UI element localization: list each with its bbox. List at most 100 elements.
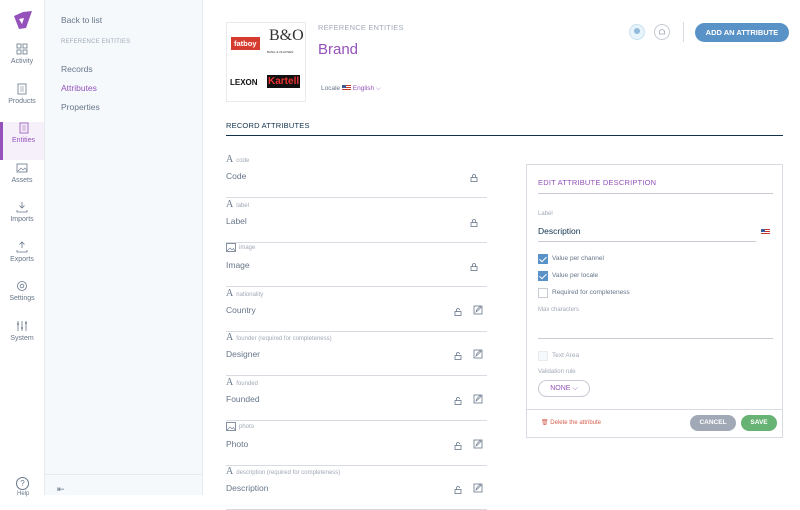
nav-item-label: Activity [10, 58, 34, 65]
locale-switcher[interactable]: Locale English ⌵ [321, 85, 381, 93]
completeness-icon[interactable] [629, 24, 645, 40]
system-icon [17, 321, 27, 331]
attribute-code: founder (required for completeness) [236, 336, 332, 343]
attribute-row[interactable]: Anationality Country [226, 288, 487, 332]
back-to-list-link[interactable]: Back to list [61, 15, 102, 25]
help-label[interactable]: Help [17, 491, 29, 497]
save-button[interactable]: SAVE [741, 415, 777, 431]
nav-item-settings[interactable]: Settings [0, 280, 44, 318]
required-checkbox[interactable] [538, 288, 548, 298]
divider [538, 193, 773, 194]
edit-attribute-panel: EDIT ATTRIBUTE DESCRIPTION Label Descrip… [526, 164, 783, 438]
attribute-code: photo [239, 423, 255, 430]
attribute-row[interactable]: Adescription (required for completeness)… [226, 466, 487, 510]
us-flag-icon [341, 85, 351, 92]
value-per-channel-label: Value per channel [552, 255, 604, 262]
collapse-icon[interactable]: ⇤ [57, 484, 65, 495]
entities-icon [19, 122, 28, 134]
edit-icon[interactable] [473, 436, 483, 454]
section-divider [226, 135, 783, 136]
attribute-row[interactable]: image Image [226, 243, 487, 288]
attribute-code: founded [236, 381, 258, 387]
trash-icon: 🗑 [541, 420, 549, 426]
activity-icon [16, 43, 28, 55]
attribute-code: image [239, 245, 256, 252]
unlock-icon [454, 303, 462, 321]
text-area-label: Text Area [552, 352, 580, 359]
nav-item-imports[interactable]: Imports [0, 201, 44, 239]
attribute-row[interactable]: Acode Code [226, 154, 487, 198]
text-attribute-icon: A [226, 154, 234, 165]
value-per-channel-checkbox[interactable] [538, 254, 548, 264]
thumb-brand-kartell: Kartell [267, 75, 301, 88]
us-flag-icon [761, 229, 770, 235]
chevron-down-icon: ⌵ [375, 85, 381, 92]
imports-icon [16, 202, 28, 213]
nav-item-assets[interactable]: Assets [0, 162, 44, 200]
attribute-name: Code [226, 171, 247, 181]
nav-item-entities[interactable]: Entities [0, 122, 44, 160]
value-per-locale-checkbox[interactable] [538, 271, 548, 281]
assets-icon [16, 163, 28, 173]
nav-item-system[interactable]: System [0, 320, 44, 358]
nav-item-label: Assets [11, 177, 33, 184]
attribute-code: label [236, 202, 249, 209]
max-characters-input[interactable] [538, 338, 773, 339]
products-icon [17, 83, 27, 95]
nav-item-label: System [10, 335, 34, 342]
edit-icon[interactable] [473, 391, 483, 409]
notification-bell-icon[interactable] [654, 24, 670, 40]
text-area-checkbox[interactable] [538, 351, 548, 361]
validation-rule-label: Validation rule [538, 369, 576, 375]
panel-title: EDIT ATTRIBUTE DESCRIPTION [538, 178, 657, 187]
attribute-name: Founded [226, 394, 260, 404]
attribute-name: Designer [226, 349, 261, 360]
locale-label: Locale [321, 85, 341, 92]
attribute-code: code [236, 158, 250, 164]
text-attribute-icon: A [226, 377, 234, 388]
thumb-brand-bo: B&O [269, 27, 304, 44]
value-per-locale-label: Value per locale [552, 272, 599, 279]
attribute-row[interactable]: Alabel Label [226, 199, 487, 243]
nav-item-activity[interactable]: Activity [0, 43, 44, 81]
validation-rule-value: NONE [550, 385, 571, 392]
attributes-link[interactable]: Attributes [61, 83, 97, 93]
image-attribute-icon [226, 421, 239, 431]
delete-attribute-link[interactable]: 🗑 Delete the attribute [541, 419, 601, 426]
edit-icon[interactable] [473, 346, 483, 364]
nav-item-label: Settings [9, 295, 35, 302]
attribute-row[interactable]: photo Photo [226, 421, 487, 466]
delete-attribute-label: Delete the attribute [550, 420, 601, 426]
thumb-brand-fatboy: fatboy [231, 37, 260, 50]
settings-icon [17, 281, 27, 291]
edit-icon[interactable] [473, 302, 483, 320]
cancel-button[interactable]: CANCEL [690, 415, 736, 431]
add-attribute-button[interactable]: ADD AN ATTRIBUTE [695, 23, 789, 42]
attribute-row[interactable]: Afounded Founded [226, 377, 487, 421]
akeneo-logo[interactable] [12, 10, 34, 30]
edit-icon[interactable] [473, 480, 483, 498]
nav-item-label: Products [8, 98, 36, 105]
properties-link[interactable]: Properties [61, 102, 100, 112]
attribute-row[interactable]: Afounder (required for completeness) Desi… [226, 332, 487, 377]
label-input[interactable]: Description [538, 226, 756, 242]
exports-icon [16, 241, 28, 253]
text-attribute-icon: A [226, 332, 234, 344]
locale-value: English [352, 85, 375, 92]
help-icon[interactable]: ? [16, 477, 29, 490]
label-caption: Label [538, 211, 553, 217]
section-title: RECORD ATTRIBUTES [226, 121, 310, 130]
divider [683, 22, 684, 42]
image-attribute-icon [226, 243, 239, 253]
records-link[interactable]: Records [61, 64, 93, 74]
validation-rule-select[interactable]: NONE ⌵ [538, 380, 590, 397]
thumb-brand-lexon: LEXON [230, 78, 258, 87]
unlock-icon [454, 347, 462, 365]
attribute-name: Country [226, 304, 256, 315]
main-nav: Activity Products Entities Assets Imports Exp… [0, 0, 45, 497]
required-label: Required for completeness [552, 289, 630, 296]
chevron-down-icon: ⌵ [572, 385, 578, 392]
nav-item-products[interactable]: Products [0, 83, 44, 121]
nav-item-exports[interactable]: Exports [0, 241, 44, 279]
entity-thumbnail[interactable]: fatboy B&O BANG & OLUFSEN LEXON Kartell [226, 22, 306, 102]
